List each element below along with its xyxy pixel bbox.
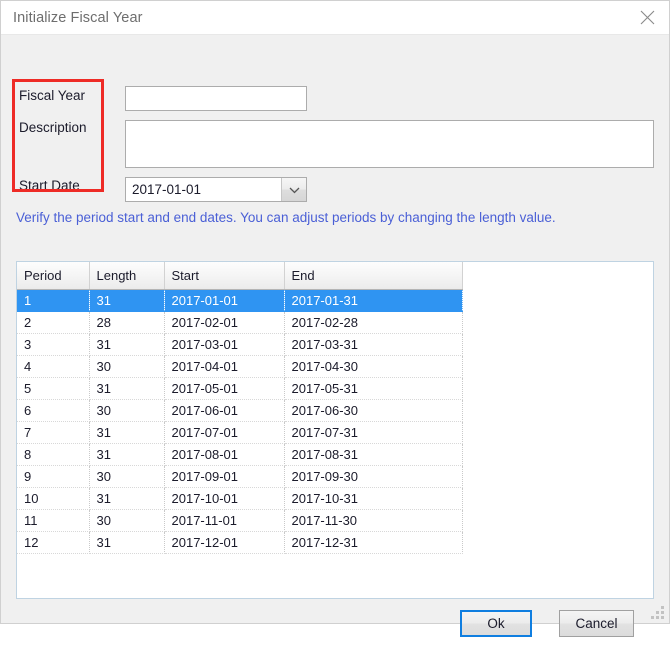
cell-start: 2017-11-01 xyxy=(164,509,285,532)
table-row[interactable]: 4 30 2017-04-01 2017-04-30 xyxy=(17,355,463,378)
description-label: Description xyxy=(19,120,87,135)
table-row[interactable]: 1 31 2017-01-01 2017-01-31 xyxy=(17,289,463,312)
cell-length: 30 xyxy=(89,465,165,488)
cell-start: 2017-06-01 xyxy=(164,399,285,422)
cell-end: 2017-12-31 xyxy=(284,531,463,554)
cell-period: 2 xyxy=(17,311,90,334)
close-icon xyxy=(640,10,654,25)
cell-period: 8 xyxy=(17,443,90,466)
cell-end: 2017-07-31 xyxy=(284,421,463,444)
cell-period: 6 xyxy=(17,399,90,422)
cell-start: 2017-08-01 xyxy=(164,443,285,466)
cell-length: 31 xyxy=(89,377,165,400)
column-header-period[interactable]: Period xyxy=(17,262,90,290)
cell-end: 2017-03-31 xyxy=(284,333,463,356)
cell-length: 30 xyxy=(89,399,165,422)
start-date-value: 2017-01-01 xyxy=(132,182,202,197)
window-title: Initialize Fiscal Year xyxy=(13,9,143,26)
initialize-fiscal-year-dialog: Initialize Fiscal Year Fiscal Year Descr… xyxy=(0,0,670,637)
table-row[interactable]: 10 31 2017-10-01 2017-10-31 xyxy=(17,487,463,510)
cell-length: 28 xyxy=(89,311,165,334)
cell-start: 2017-05-01 xyxy=(164,377,285,400)
cell-end: 2017-04-30 xyxy=(284,355,463,378)
cell-period: 1 xyxy=(17,289,90,312)
cell-start: 2017-07-01 xyxy=(164,421,285,444)
dialog-body: Fiscal Year Description Start Date 2017-… xyxy=(1,35,669,637)
chevron-down-icon xyxy=(289,187,299,193)
table-body: 1 31 2017-01-01 2017-01-31 2 28 2017-02-01 2017… xyxy=(17,289,463,554)
table-row[interactable]: 6 30 2017-06-01 2017-06-30 xyxy=(17,399,463,422)
cell-start: 2017-03-01 xyxy=(164,333,285,356)
periods-grid-panel[interactable]: Period Length Start End 1 31 2017-01-01 201… xyxy=(16,261,654,599)
cell-length: 31 xyxy=(89,421,165,444)
table-row[interactable]: 8 31 2017-08-01 2017-08-31 xyxy=(17,443,463,466)
resize-grip[interactable] xyxy=(651,606,665,620)
table-row[interactable]: 11 30 2017-11-01 2017-11-30 xyxy=(17,509,463,532)
cell-end: 2017-02-28 xyxy=(284,311,463,334)
description-input[interactable] xyxy=(125,120,654,168)
cell-length: 30 xyxy=(89,355,165,378)
cell-period: 3 xyxy=(17,333,90,356)
table-row[interactable]: 5 31 2017-05-01 2017-05-31 xyxy=(17,377,463,400)
fiscal-year-input[interactable] xyxy=(125,86,307,111)
table-row[interactable]: 3 31 2017-03-01 2017-03-31 xyxy=(17,333,463,356)
cell-period: 9 xyxy=(17,465,90,488)
cell-end: 2017-09-30 xyxy=(284,465,463,488)
periods-table: Period Length Start End 1 31 2017-01-01 201… xyxy=(17,262,463,554)
cell-start: 2017-12-01 xyxy=(164,531,285,554)
cell-end: 2017-11-30 xyxy=(284,509,463,532)
cell-period: 10 xyxy=(17,487,90,510)
cell-length: 30 xyxy=(89,509,165,532)
cell-start: 2017-02-01 xyxy=(164,311,285,334)
cell-period: 7 xyxy=(17,421,90,444)
cell-end: 2017-06-30 xyxy=(284,399,463,422)
cell-start: 2017-10-01 xyxy=(164,487,285,510)
cell-start: 2017-04-01 xyxy=(164,355,285,378)
cell-period: 11 xyxy=(17,509,90,532)
start-date-dropdown[interactable]: 2017-01-01 xyxy=(125,177,307,202)
cell-start: 2017-09-01 xyxy=(164,465,285,488)
dialog-footer: Ok Cancel xyxy=(1,607,670,647)
instruction-text: Verify the period start and end dates. Y… xyxy=(16,210,556,225)
table-header-row: Period Length Start End xyxy=(17,262,463,290)
column-header-start[interactable]: Start xyxy=(164,262,285,290)
column-header-end[interactable]: End xyxy=(284,262,463,290)
fiscal-year-label: Fiscal Year xyxy=(19,88,86,103)
cell-end: 2017-08-31 xyxy=(284,443,463,466)
cell-length: 31 xyxy=(89,333,165,356)
column-header-length[interactable]: Length xyxy=(89,262,165,290)
cell-end: 2017-10-31 xyxy=(284,487,463,510)
title-bar: Initialize Fiscal Year xyxy=(1,1,669,35)
cell-length: 31 xyxy=(89,531,165,554)
cell-period: 5 xyxy=(17,377,90,400)
start-date-label: Start Date xyxy=(19,178,80,193)
table-row[interactable]: 2 28 2017-02-01 2017-02-28 xyxy=(17,311,463,334)
cell-end: 2017-01-31 xyxy=(284,289,463,312)
cell-period: 12 xyxy=(17,531,90,554)
cell-end: 2017-05-31 xyxy=(284,377,463,400)
cell-length: 31 xyxy=(89,487,165,510)
cell-start: 2017-01-01 xyxy=(164,289,285,312)
table-row[interactable]: 7 31 2017-07-01 2017-07-31 xyxy=(17,421,463,444)
close-button[interactable] xyxy=(625,2,669,34)
cell-period: 4 xyxy=(17,355,90,378)
table-row[interactable]: 9 30 2017-09-01 2017-09-30 xyxy=(17,465,463,488)
cell-length: 31 xyxy=(89,289,165,312)
cell-length: 31 xyxy=(89,443,165,466)
start-date-dropdown-button[interactable] xyxy=(281,178,306,201)
table-row[interactable]: 12 31 2017-12-01 2017-12-31 xyxy=(17,531,463,554)
